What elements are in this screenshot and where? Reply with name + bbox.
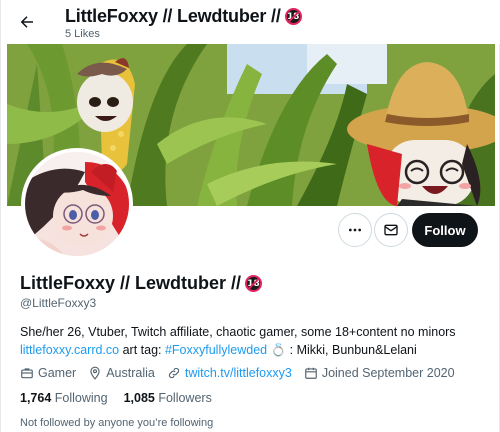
profile-meta: Gamer Australia twitch.tv/littlefoxxy3 J… [20,366,467,380]
arrow-left-icon [20,16,33,28]
profile-name-text: LittleFoxxy // Lewdtuber // [20,273,242,293]
followers-count: 1,085 [123,391,155,405]
profile-handle: @LittleFoxxy3 [20,296,97,310]
profile-avatar[interactable] [21,148,133,260]
bio-hashtag[interactable]: #Foxxyfullylewded [165,343,267,357]
bio-link[interactable]: littlefoxxy.carrd.co [20,343,119,357]
adult-18-badge-icon: 18 [245,275,263,292]
bio-arttag-label: art tag: [119,343,165,357]
likes-count: 5 Likes [65,28,100,40]
ring-icon: 💍 [267,343,287,357]
avatar-image [25,152,129,256]
following-label: Following [54,391,108,405]
envelope-icon [384,224,398,236]
more-button[interactable] [338,213,372,247]
follow-button[interactable]: Follow [412,213,478,247]
profile-stats: 1,764 Following 1,085 Followers [20,391,212,405]
adult-18-badge-icon: 18 [284,8,302,25]
location-pin-icon [90,366,100,380]
follow-context: Not followed by anyone you’re following [20,417,214,429]
following-count: 1,764 [20,391,52,405]
header-title-text: LittleFoxxy // Lewdtuber // [65,6,281,26]
website-link[interactable]: twitch.tv/littlefoxxy3 [185,366,292,380]
meta-location: Australia [88,366,155,380]
header-title: LittleFoxxy // Lewdtuber // 18 [65,6,302,27]
followers-link[interactable]: 1,085 Followers [124,391,212,405]
message-button[interactable] [374,213,408,247]
bio-line: littlefoxxy.carrd.co art tag: #Foxxyfull… [20,341,490,359]
more-horizontal-icon [349,228,361,232]
calendar-icon [304,367,317,379]
meta-website: twitch.tv/littlefoxxy3 [167,366,292,380]
bio-rest: : Mikki, Bunbun&Lelani [286,343,417,357]
profile-name: LittleFoxxy // Lewdtuber // 18 [20,273,263,294]
meta-category: Gamer [20,366,76,380]
profile-header: LittleFoxxy // Lewdtuber // 18 5 Likes [1,0,500,44]
followers-label: Followers [158,391,212,405]
following-link[interactable]: 1,764 Following [20,391,108,405]
bio-line: She/her 26, Vtuber, Twitch affiliate, ch… [20,325,456,339]
profile-page: LittleFoxxy // Lewdtuber // 18 5 Likes F… [0,0,500,432]
meta-joined: Joined September 2020 [304,366,455,380]
briefcase-icon [21,368,33,379]
profile-bio: She/her 26, Vtuber, Twitch affiliate, ch… [20,323,490,359]
back-button[interactable] [13,8,41,36]
link-icon [168,367,179,379]
